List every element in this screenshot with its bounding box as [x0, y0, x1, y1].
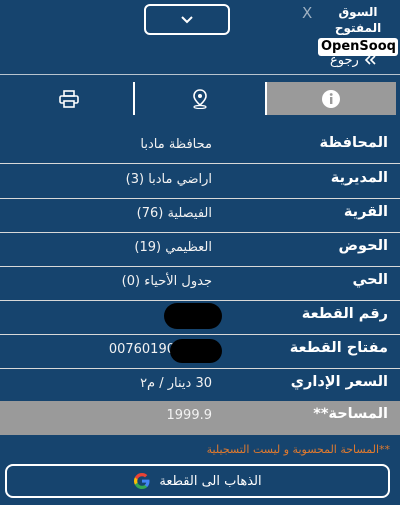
plot-key-label: مفتاح القطعة	[289, 340, 388, 356]
area-label: المساحة**	[313, 406, 388, 422]
row-area: المساحة** 1999.9	[0, 401, 400, 435]
go-to-plot-button[interactable]: الذهاب الى القطعة	[5, 464, 390, 498]
area-footnote: **المساحة المحسوبة و ليست التسجيلية	[206, 443, 390, 456]
village-value: الفيصلية (76)	[136, 206, 212, 221]
top-bar: X السوق المفتوح OpenSooq	[0, 0, 400, 56]
plot-key-value: 00760190	[108, 342, 175, 357]
tab-bar	[4, 82, 396, 115]
basin-label: الحوض	[338, 238, 388, 254]
map-pin-icon	[193, 88, 207, 109]
directorate-label: المديرية	[330, 170, 388, 186]
admin-price-label: السعر الإداري	[290, 374, 388, 390]
tab-info[interactable]	[266, 82, 396, 115]
redaction-mark	[170, 339, 222, 363]
row-plot-key: 00760190 مفتاح القطعة	[0, 335, 400, 369]
back-label: رجوع	[330, 52, 359, 68]
go-to-plot-label: الذهاب الى القطعة	[159, 473, 262, 489]
tab-location[interactable]	[135, 82, 267, 115]
redaction-mark	[164, 303, 222, 329]
info-icon	[322, 89, 341, 108]
village-label: القرية	[343, 204, 388, 220]
district-value: جدول الأحياء (0)	[121, 274, 212, 289]
governorate-label: المحافظة	[319, 135, 388, 151]
governorate-value: محافظة مادبا	[140, 137, 212, 152]
double-chevron-left-icon	[364, 55, 376, 65]
row-district: الحي جدول الأحياء (0)	[0, 267, 400, 301]
logo-arabic-text: السوق المفتوح	[334, 5, 382, 35]
row-governorate: المحافظة محافظة مادبا	[0, 130, 400, 164]
district-label: الحي	[352, 272, 388, 288]
google-icon	[134, 473, 150, 489]
area-value: 1999.9	[166, 408, 213, 423]
row-admin-price: السعر الإداري 30 دينار / م٢	[0, 369, 400, 403]
row-village: القرية الفيصلية (76)	[0, 199, 400, 233]
row-basin: الحوض العظيمي (19)	[0, 233, 400, 267]
printer-icon	[58, 89, 79, 108]
basin-value: العظيمي (19)	[134, 240, 212, 255]
row-plot-number: رقم القطعة	[0, 301, 400, 335]
collapse-button[interactable]	[144, 4, 230, 35]
close-icon[interactable]: X	[302, 4, 312, 22]
admin-price-value: 30 دينار / م٢	[140, 376, 212, 391]
opensooq-logo: السوق المفتوح OpenSooq	[318, 4, 398, 56]
plot-number-label: رقم القطعة	[301, 306, 388, 322]
chevron-down-icon	[181, 15, 193, 23]
directorate-value: اراضي مادبا (3)	[125, 172, 212, 187]
divider	[0, 74, 400, 75]
row-directorate: المديرية اراضي مادبا (3)	[0, 165, 400, 199]
tab-print[interactable]	[4, 82, 136, 115]
back-link[interactable]: رجوع	[330, 50, 392, 70]
